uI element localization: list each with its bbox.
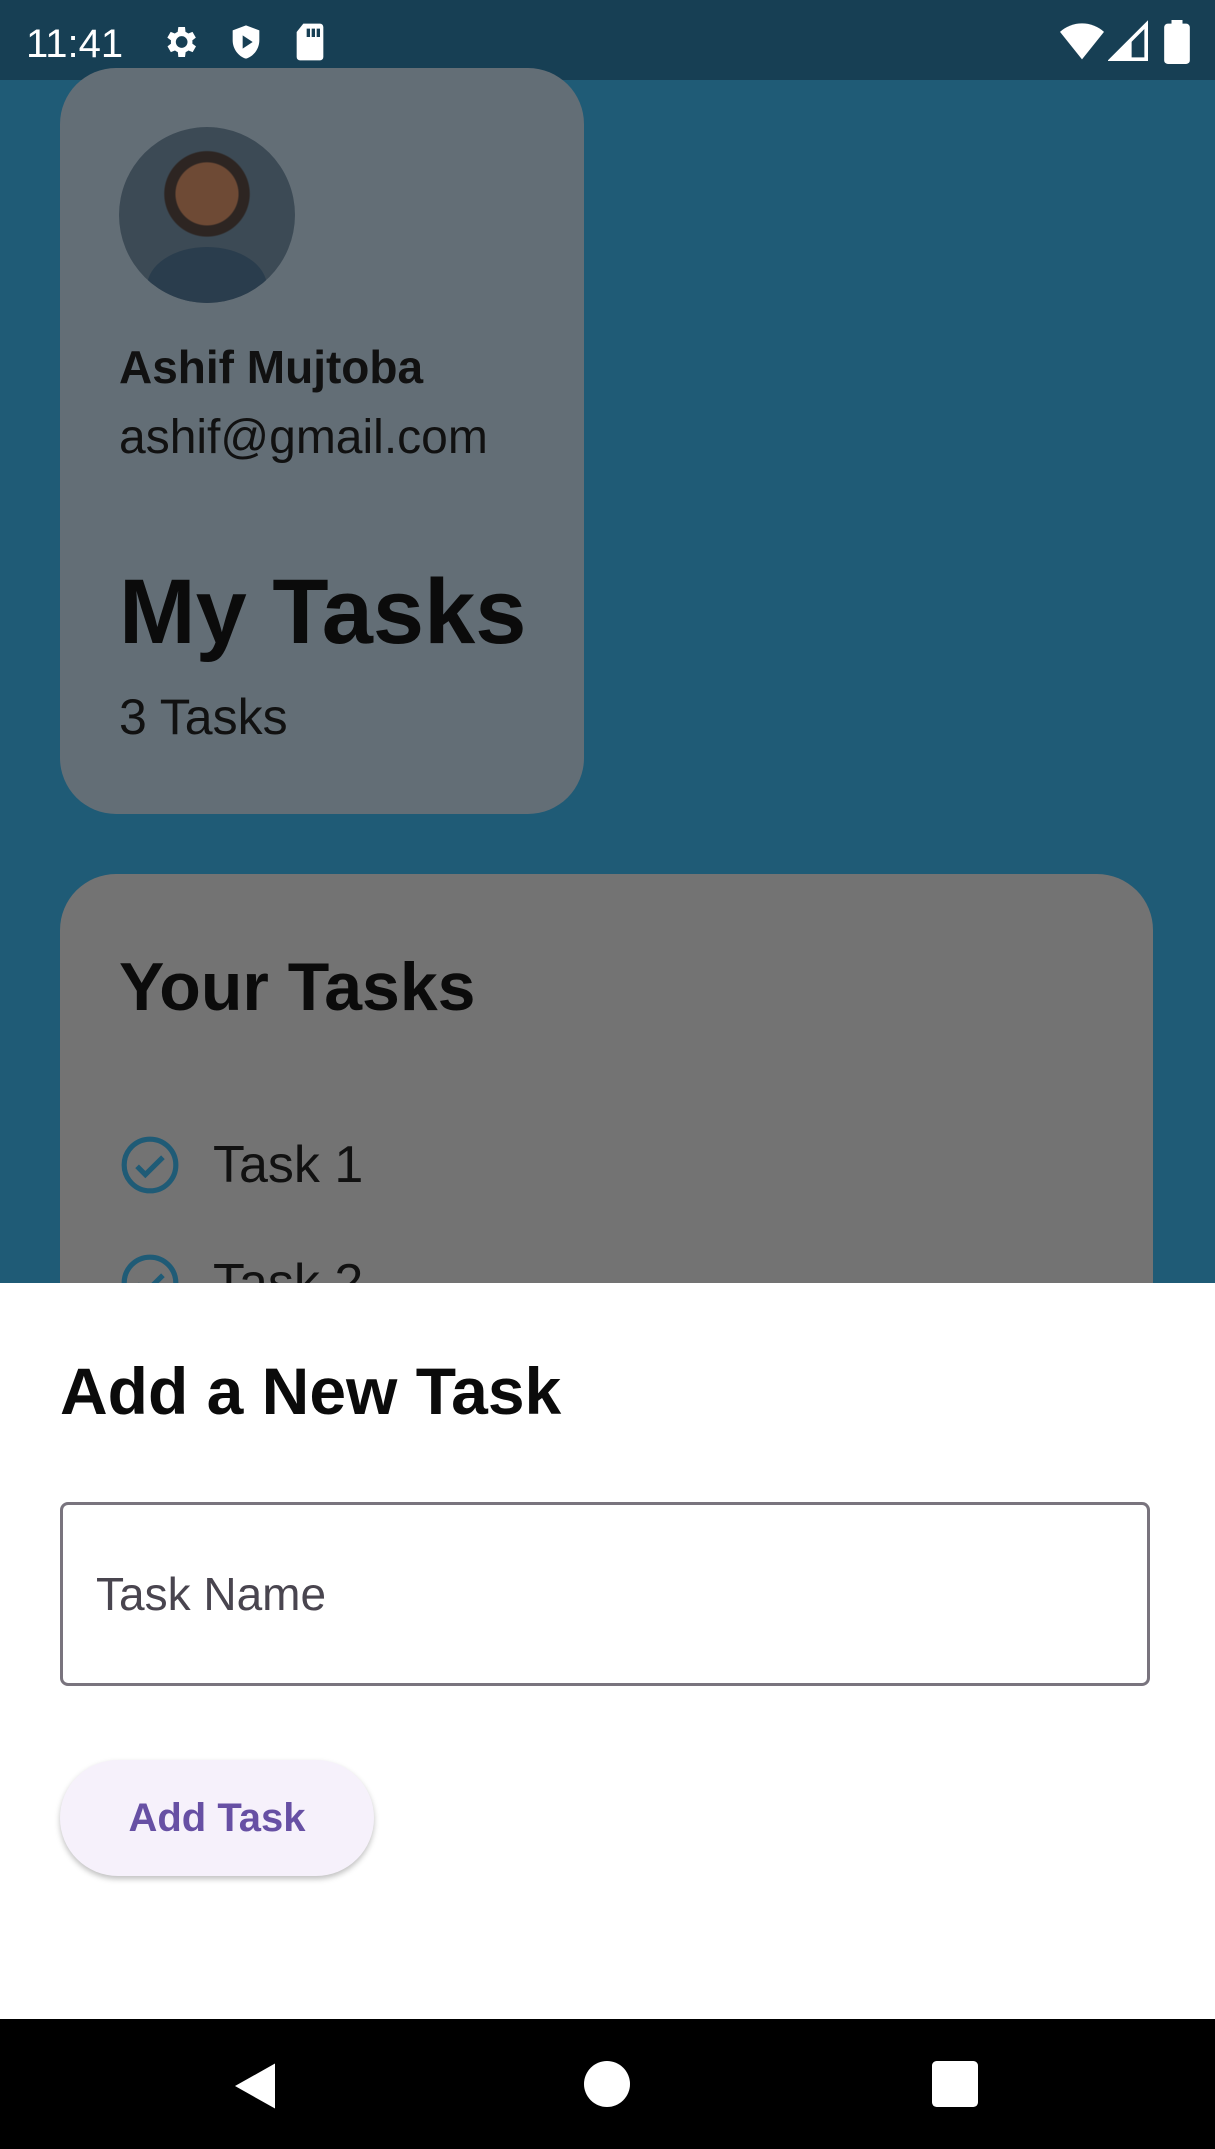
recents-icon[interactable] bbox=[932, 2061, 978, 2107]
signal-icon bbox=[1108, 20, 1148, 61]
navigation-bar bbox=[0, 2019, 1215, 2149]
list-item[interactable]: Task 1 bbox=[119, 1130, 363, 1200]
avatar bbox=[119, 127, 295, 303]
battery-icon bbox=[1164, 20, 1190, 64]
sd-card-icon bbox=[296, 23, 324, 61]
shield-play-icon bbox=[232, 25, 260, 59]
add-task-button[interactable]: Add Task bbox=[60, 1760, 374, 1876]
sheet-title: Add a New Task bbox=[60, 1354, 562, 1428]
page-title: My Tasks bbox=[119, 561, 527, 663]
task-label: Task 1 bbox=[213, 1136, 364, 1194]
add-task-sheet: Add a New Task Add Task bbox=[0, 1283, 1215, 2019]
tasks-heading: Your Tasks bbox=[119, 949, 476, 1025]
user-name: Ashif Mujtoba bbox=[119, 341, 424, 393]
back-icon[interactable] bbox=[230, 2061, 280, 2111]
settings-icon bbox=[167, 27, 196, 57]
task-name-input[interactable] bbox=[60, 1502, 1150, 1686]
user-email: ashif@gmail.com bbox=[119, 411, 488, 464]
task-count: 3 Tasks bbox=[119, 689, 288, 745]
status-time: 11:41 bbox=[26, 22, 124, 66]
wifi-icon bbox=[1060, 23, 1104, 60]
check-circle-icon[interactable] bbox=[119, 1134, 181, 1196]
home-icon[interactable] bbox=[584, 2061, 630, 2107]
